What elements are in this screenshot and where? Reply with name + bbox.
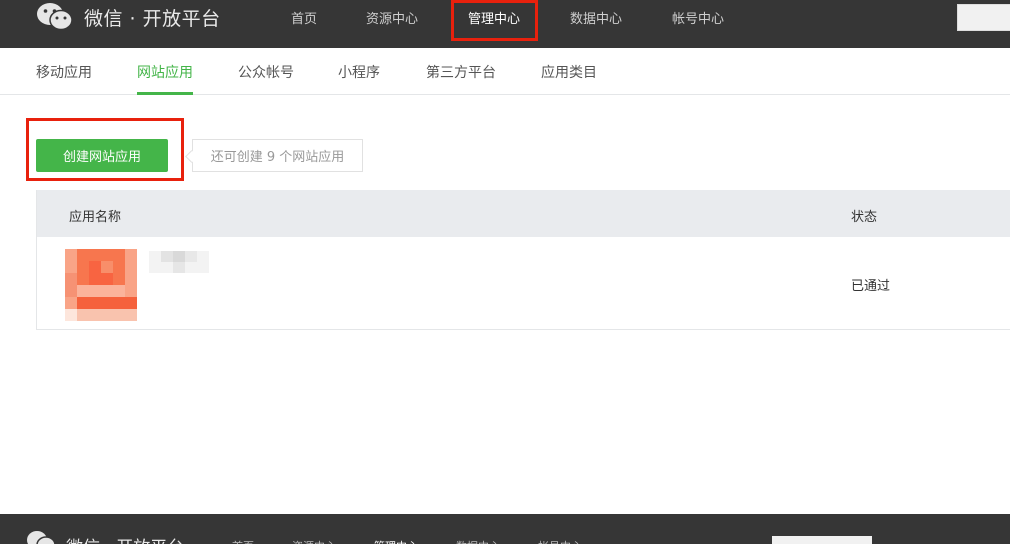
wechat-icon	[37, 3, 73, 31]
nav-data[interactable]: 数据中心	[570, 8, 622, 27]
column-app-name: 应用名称	[69, 210, 122, 225]
app-name-blurred	[149, 251, 209, 273]
bottom-nav-account[interactable]: 帐号中心	[538, 538, 582, 544]
tab-app-categories[interactable]: 应用类目	[541, 62, 597, 82]
sub-nav: 移动应用 网站应用 公众帐号 小程序 第三方平台 应用类目	[0, 48, 1010, 95]
tab-mobile-apps[interactable]: 移动应用	[36, 62, 92, 82]
tab-mini-programs[interactable]: 小程序	[338, 62, 380, 82]
logo-text: 微信 · 开放平台	[84, 7, 221, 30]
quota-tip: 还可创建 9 个网站应用	[192, 139, 363, 172]
table-header: 应用名称 状态	[37, 190, 1010, 237]
tab-official-accounts[interactable]: 公众帐号	[238, 62, 294, 82]
create-website-app-button[interactable]: 创建网站应用	[36, 139, 168, 172]
bottom-bar: 微信 · 开放平台 首页 资源中心 管理中心 数据中心 帐号中心	[0, 514, 1010, 544]
wechat-logo[interactable]: 微信 · 开放平台	[36, 0, 221, 34]
bottom-nav-management[interactable]: 管理中心	[374, 538, 418, 544]
quota-tip-text: 还可创建 9 个网站应用	[210, 150, 345, 165]
bottom-nav-data[interactable]: 数据中心	[456, 538, 500, 544]
nav-resources[interactable]: 资源中心	[366, 8, 418, 27]
app-icon	[65, 249, 137, 321]
bottom-search-input[interactable]	[772, 536, 872, 544]
column-status: 状态	[851, 210, 878, 225]
tab-website-apps[interactable]: 网站应用	[137, 62, 193, 82]
bottom-nav-home[interactable]: 首页	[232, 538, 254, 544]
search-input[interactable]	[957, 4, 1010, 31]
table-row[interactable]: 已通过	[37, 237, 1010, 329]
nav-home[interactable]: 首页	[291, 8, 317, 27]
nav-account[interactable]: 帐号中心	[672, 8, 724, 27]
wechat-icon	[27, 531, 56, 544]
top-bar: 微信 · 开放平台 首页 资源中心 管理中心 数据中心 帐号中心	[0, 0, 1010, 48]
bottom-nav-resources[interactable]: 资源中心	[292, 538, 336, 544]
app-table: 应用名称 状态 已通过	[36, 190, 1010, 330]
active-nav-highlight	[451, 0, 538, 41]
bottom-logo-text: 微信 · 开放平台	[66, 533, 184, 544]
status-approved: 已通过	[851, 279, 891, 294]
tab-third-party-platform[interactable]: 第三方平台	[426, 62, 496, 82]
active-tab-underline	[137, 92, 193, 95]
